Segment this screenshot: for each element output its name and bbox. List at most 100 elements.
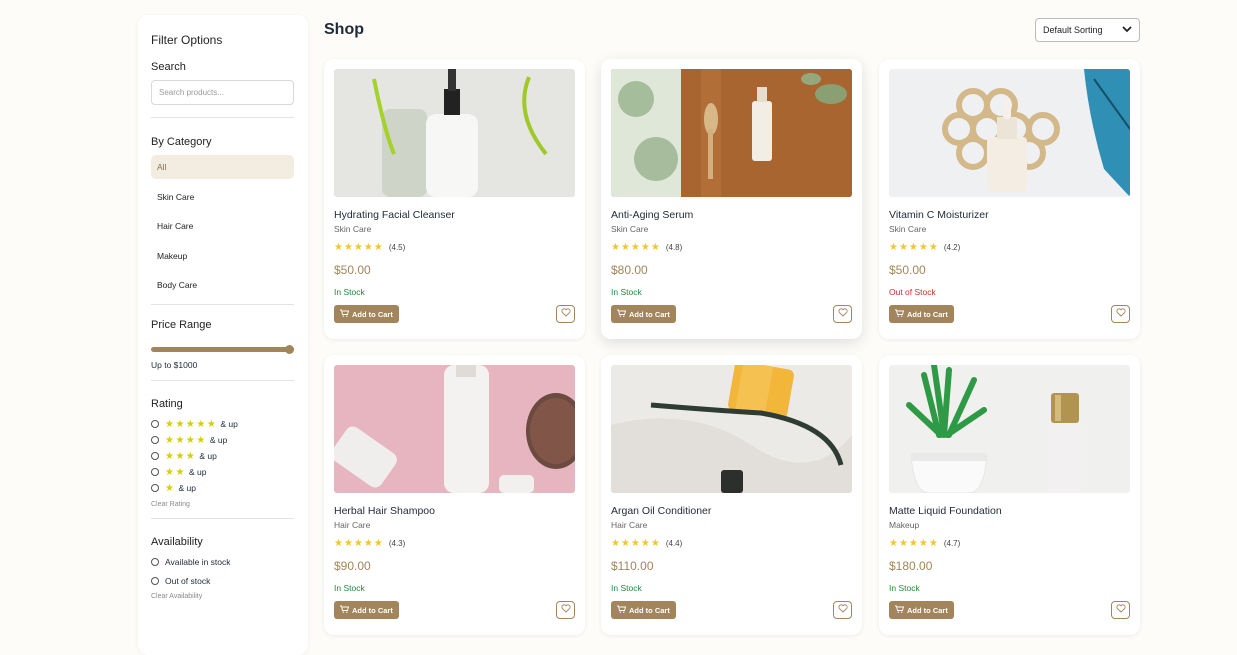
availability-option-in-stock[interactable]: Available in stock [151, 552, 295, 571]
add-to-cart-label: Add to Cart [907, 605, 948, 615]
wishlist-button[interactable] [833, 601, 852, 619]
divider [151, 518, 294, 519]
product-image[interactable] [334, 365, 575, 493]
rating-suffix: & up [199, 451, 217, 461]
rating-option-2[interactable]: ★★ & up [151, 464, 295, 480]
product-price: $50.00 [334, 263, 371, 277]
rating-suffix: & up [220, 419, 238, 429]
stock-status: In Stock [611, 583, 642, 593]
cart-icon [895, 605, 905, 615]
clear-rating-link[interactable]: Clear Rating [151, 501, 295, 508]
product-image[interactable] [889, 365, 1130, 493]
category-item-hair-care[interactable]: Hair Care [151, 214, 294, 238]
product-name[interactable]: Hydrating Facial Cleanser [334, 209, 575, 221]
star-icons: ★★★★★ [889, 242, 939, 253]
search-input[interactable] [151, 80, 294, 105]
radio-button[interactable] [151, 557, 159, 566]
add-to-cart-button[interactable]: Add to Cart [611, 601, 676, 619]
category-item-makeup[interactable]: Makeup [151, 244, 294, 268]
product-category: Skin Care [334, 224, 372, 234]
product-category: Makeup [889, 520, 920, 530]
divider [151, 380, 294, 381]
availability-label: Availability [151, 536, 203, 548]
rating-option-4[interactable]: ★★★★ & up [151, 432, 295, 448]
product-image[interactable] [611, 69, 852, 197]
rating-value: (4.2) [943, 243, 961, 252]
availability-option-label: Out of stock [165, 575, 211, 586]
rating-value: (4.4) [665, 539, 683, 548]
category-item-skin-care[interactable]: Skin Care [151, 185, 294, 209]
star-icons: ★★★★★ [334, 538, 384, 549]
product-rating: ★★★★★ (4.8) [611, 242, 852, 253]
rating-suffix: & up [178, 483, 196, 493]
radio-button[interactable] [151, 420, 159, 428]
rating-option-1[interactable]: ★ & up [151, 480, 295, 496]
add-to-cart-label: Add to Cart [352, 605, 393, 615]
star-icons: ★★ [165, 466, 186, 478]
star-icons: ★ [165, 482, 176, 494]
price-range-slider[interactable] [151, 343, 294, 356]
wishlist-button[interactable] [833, 305, 852, 323]
wishlist-button[interactable] [556, 305, 575, 323]
card-actions: Add to Cart [334, 305, 575, 323]
cart-icon [340, 309, 350, 319]
product-name[interactable]: Matte Liquid Foundation [889, 505, 1130, 517]
cart-icon [895, 309, 905, 319]
product-rating: ★★★★★ (4.5) [334, 242, 575, 253]
star-icons: ★★★★★ [611, 538, 661, 549]
product-image[interactable] [889, 69, 1130, 197]
product-image[interactable] [611, 365, 852, 493]
add-to-cart-button[interactable]: Add to Cart [334, 305, 399, 323]
radio-button[interactable] [151, 468, 159, 476]
product-name[interactable]: Anti-Aging Serum [611, 209, 852, 221]
clear-availability-link[interactable]: Clear Availability [151, 593, 295, 600]
rating-suffix: & up [188, 467, 207, 477]
radio-button[interactable] [151, 576, 159, 585]
divider [151, 117, 294, 118]
product-category: Hair Care [334, 520, 371, 530]
add-to-cart-button[interactable]: Add to Cart [889, 601, 954, 619]
product-price: $110.00 [611, 559, 654, 573]
add-to-cart-button[interactable]: Add to Cart [334, 601, 399, 619]
product-rating: ★★★★★ (4.2) [889, 242, 1130, 253]
heart-icon [1115, 604, 1126, 616]
category-list: All Skin Care Hair Care Makeup Body Care [151, 155, 295, 297]
stock-status: In Stock [611, 287, 642, 297]
availability-option-label: Available in stock [165, 556, 231, 567]
rating-suffix: & up [209, 435, 228, 445]
rating-value: (4.5) [388, 243, 406, 252]
filter-title: Filter Options [151, 33, 223, 47]
rating-label: Rating [151, 398, 183, 410]
star-icons: ★★★★ [165, 434, 207, 446]
product-name[interactable]: Herbal Hair Shampoo [334, 505, 575, 517]
add-to-cart-label: Add to Cart [629, 605, 670, 615]
availability-option-out-of-stock[interactable]: Out of stock [151, 571, 295, 590]
rating-option-5[interactable]: ★★★★★ & up [151, 416, 295, 432]
radio-button[interactable] [151, 436, 159, 444]
product-name[interactable]: Argan Oil Conditioner [611, 505, 852, 517]
rating-value: (4.8) [665, 243, 683, 252]
heart-icon [560, 604, 571, 616]
product-price: $90.00 [334, 559, 371, 573]
category-item-body-care[interactable]: Body Care [151, 273, 294, 297]
product-card: Argan Oil Conditioner Hair Care ★★★★★ (4… [601, 355, 862, 635]
radio-button[interactable] [151, 452, 159, 460]
add-to-cart-label: Add to Cart [629, 309, 670, 319]
product-category: Skin Care [611, 224, 649, 234]
rating-option-3[interactable]: ★★★ & up [151, 448, 295, 464]
add-to-cart-button[interactable]: Add to Cart [889, 305, 954, 323]
card-actions: Add to Cart [611, 305, 852, 323]
wishlist-button[interactable] [1111, 305, 1130, 323]
product-image[interactable] [334, 69, 575, 197]
add-to-cart-label: Add to Cart [352, 309, 393, 319]
wishlist-button[interactable] [556, 601, 575, 619]
category-item-all[interactable]: All [151, 155, 294, 179]
slider-thumb[interactable] [285, 345, 294, 354]
stock-status: In Stock [334, 583, 365, 593]
add-to-cart-button[interactable]: Add to Cart [611, 305, 676, 323]
wishlist-button[interactable] [1111, 601, 1130, 619]
sort-select[interactable]: Default Sorting [1035, 18, 1140, 42]
product-name[interactable]: Vitamin C Moisturizer [889, 209, 1130, 221]
radio-button[interactable] [151, 484, 159, 492]
card-actions: Add to Cart [889, 305, 1130, 323]
